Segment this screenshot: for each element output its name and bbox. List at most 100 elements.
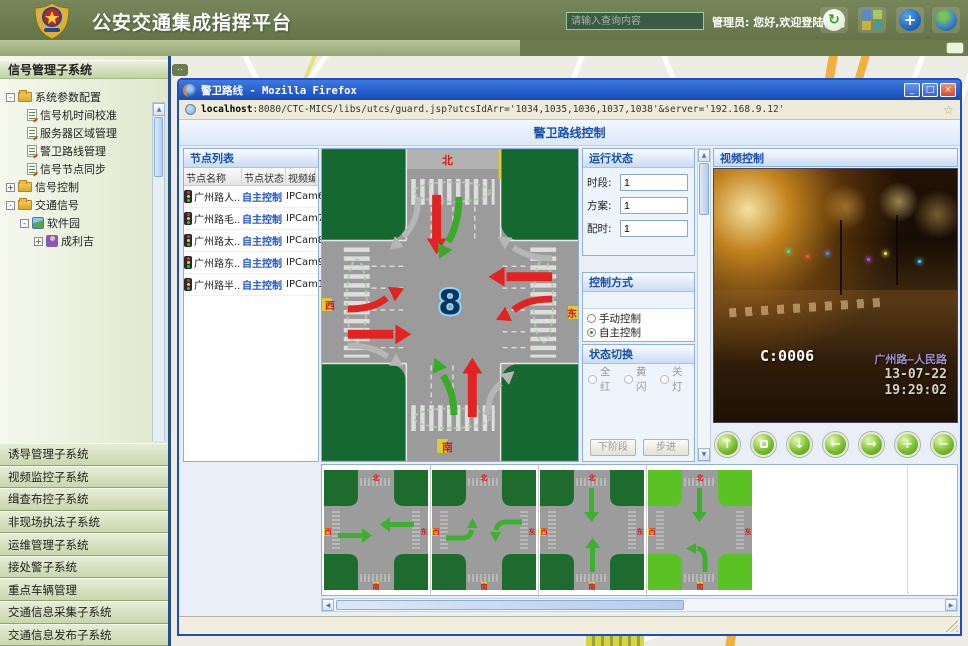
sidebar-item-info-collection[interactable]: 交通信息采集子系统: [0, 601, 168, 624]
video-id: IPCam7: [286, 213, 316, 224]
refresh-button[interactable]: ↻: [820, 7, 848, 33]
add-button[interactable]: +: [896, 7, 924, 33]
phase-thumbnail-2[interactable]: 北 西 东 南: [432, 470, 536, 590]
ptz-right-button[interactable]: →: [859, 432, 884, 457]
camera-id-overlay: C:0006: [760, 347, 814, 365]
tree-scrollbar[interactable]: ▲ ▼: [152, 102, 165, 441]
tree-item-signal-control[interactable]: + 信号控制: [0, 178, 168, 196]
sidebar-collapse-tab[interactable]: ..: [172, 64, 188, 76]
url-text[interactable]: localhost:8080/CTC-MICS/libs/utcs/guard.…: [201, 104, 938, 115]
subsystem-accordion: 诱导管理子系统 视频监控子系统 缉查布控子系统 非现场执法子系统 运维管理子系统…: [0, 443, 168, 646]
phase-thumbnail-3[interactable]: 北 西 东 南: [540, 470, 644, 590]
phase-thumbnail-4[interactable]: 北 西 东 南: [648, 470, 752, 590]
tree-item-chenliji[interactable]: + 成利吉: [0, 232, 168, 250]
sidebar-item-investigation[interactable]: 缉查布控子系统: [0, 488, 168, 511]
node-status-link[interactable]: 自主控制: [242, 189, 286, 204]
next-phase-button[interactable]: 下阶段: [590, 439, 636, 456]
table-row[interactable]: 广州路毛.. 自主控制 IPCam7: [184, 208, 318, 230]
sidebar-item-induction[interactable]: 诱导管理子系统: [0, 443, 168, 466]
node-status-link[interactable]: 自主控制: [242, 233, 286, 248]
period-input[interactable]: [620, 174, 688, 191]
svg-text:南: 南: [373, 582, 380, 590]
page-content: 警卫路线控制 节点列表 节点名称 节点状态 视频编号 广州路人.. 自主控制 I…: [179, 120, 960, 616]
radio-icon[interactable]: [660, 375, 669, 384]
map-tool-button[interactable]: [946, 42, 964, 54]
run-status-title: 运行状态: [583, 149, 694, 168]
collapse-expander-icon[interactable]: -: [6, 93, 15, 102]
close-button[interactable]: ×: [940, 83, 956, 97]
sidebar-item-offsite-enforcement[interactable]: 非现场执法子系统: [0, 511, 168, 534]
phase-strip-scrollbar[interactable]: ◀ ▶: [321, 598, 958, 612]
ptz-down-button[interactable]: ↓: [787, 432, 812, 457]
expand-expander-icon[interactable]: +: [6, 183, 15, 192]
ptz-up-button[interactable]: ↑: [715, 432, 740, 457]
radio-icon[interactable]: [624, 375, 633, 384]
tree-item-software-park[interactable]: - 软件园: [0, 214, 168, 232]
scroll-up-icon[interactable]: ▲: [698, 149, 710, 162]
auto-control-radio[interactable]: 自主控制: [587, 325, 690, 339]
svg-text:西: 西: [325, 528, 332, 536]
globe-button[interactable]: [932, 7, 960, 33]
collapse-expander-icon[interactable]: -: [6, 201, 15, 210]
table-row[interactable]: 广州路东.. 自主控制 IPCam9: [184, 252, 318, 274]
expand-expander-icon[interactable]: +: [34, 237, 43, 246]
scrollbar-thumb[interactable]: [699, 163, 709, 215]
plan-label: 方案:: [587, 198, 617, 213]
sidebar-item-info-release[interactable]: 交通信息发布子系统: [0, 624, 168, 646]
ptz-left-button[interactable]: ←: [823, 432, 848, 457]
sidebar-item-ops-management[interactable]: 运维管理子系统: [0, 533, 168, 556]
table-row[interactable]: 广州路半.. 自主控制 IPCam10: [184, 274, 318, 296]
node-status-link[interactable]: 自主控制: [242, 277, 286, 292]
step-button[interactable]: 步进: [643, 439, 689, 456]
maximize-button[interactable]: □: [922, 83, 938, 97]
node-list-title: 节点列表: [184, 149, 318, 168]
scroll-right-icon[interactable]: ▶: [945, 599, 957, 611]
scrollbar-thumb[interactable]: [154, 117, 163, 177]
radio-label: 黄闪: [636, 364, 653, 394]
window-titlebar[interactable]: 警卫路线 - Mozilla Firefox _ □ ×: [179, 80, 960, 100]
table-row[interactable]: 广州路人.. 自主控制 IPCam6: [184, 186, 318, 208]
ptz-controls: ↑ ↓ ← → + −: [713, 430, 958, 458]
tree-item-traffic-signal[interactable]: - 交通信号: [0, 196, 168, 214]
scroll-down-icon[interactable]: ▼: [698, 448, 710, 461]
tree-item-system-params[interactable]: - 系统参数配置: [0, 88, 168, 106]
tree-item-server-region[interactable]: 服务器区域管理: [0, 124, 168, 142]
search-input[interactable]: [566, 12, 704, 30]
tree-item-node-sync[interactable]: 信号节点同步: [0, 160, 168, 178]
sidebar-item-key-vehicles[interactable]: 重点车辆管理: [0, 578, 168, 601]
ptz-stop-button[interactable]: [751, 432, 776, 457]
bookmark-star-icon[interactable]: ☆: [943, 103, 954, 117]
scroll-up-icon[interactable]: ▲: [153, 103, 165, 116]
tree-item-guard-route[interactable]: 警卫路线管理: [0, 142, 168, 160]
scrollbar-thumb[interactable]: [336, 600, 684, 610]
ptz-zoom-in-button[interactable]: +: [895, 432, 920, 457]
manual-control-radio[interactable]: 手动控制: [587, 311, 690, 325]
node-status-link[interactable]: 自主控制: [242, 255, 286, 270]
tree-item-signal-time[interactable]: 信号机时间校准: [0, 106, 168, 124]
resize-grip[interactable]: [946, 620, 958, 632]
plan-input[interactable]: [620, 197, 688, 214]
ptz-zoom-out-button[interactable]: −: [931, 432, 956, 457]
phase-thumbnail-1[interactable]: 北 西 东 南: [324, 470, 428, 590]
apps-button[interactable]: [858, 7, 886, 33]
col-node-name: 节点名称: [184, 168, 242, 185]
person-icon: [46, 235, 58, 247]
timing-input[interactable]: [620, 220, 688, 237]
radio-icon[interactable]: [587, 328, 596, 337]
radio-icon[interactable]: [588, 375, 597, 384]
radio-icon[interactable]: [587, 314, 596, 323]
sidebar-item-video-surveillance[interactable]: 视频监控子系统: [0, 466, 168, 489]
node-status-link[interactable]: 自主控制: [242, 211, 286, 226]
minimize-button[interactable]: _: [904, 83, 920, 97]
table-row[interactable]: 广州路太.. 自主控制 IPCam8: [184, 230, 318, 252]
content-vertical-scrollbar[interactable]: ▲ ▼: [697, 148, 711, 462]
all-red-radio[interactable]: 全红: [588, 372, 617, 386]
collapse-expander-icon[interactable]: -: [20, 219, 29, 228]
lights-off-radio[interactable]: 关灯: [660, 372, 689, 386]
tree-item-label: 信号机时间校准: [40, 107, 117, 123]
tree-item-label: 交通信号: [35, 197, 79, 213]
sidebar-item-alarm-handling[interactable]: 接处警子系统: [0, 556, 168, 579]
yellow-flash-radio[interactable]: 黄闪: [624, 372, 653, 386]
address-bar[interactable]: localhost:8080/CTC-MICS/libs/utcs/guard.…: [179, 100, 960, 120]
scroll-left-icon[interactable]: ◀: [322, 599, 334, 611]
